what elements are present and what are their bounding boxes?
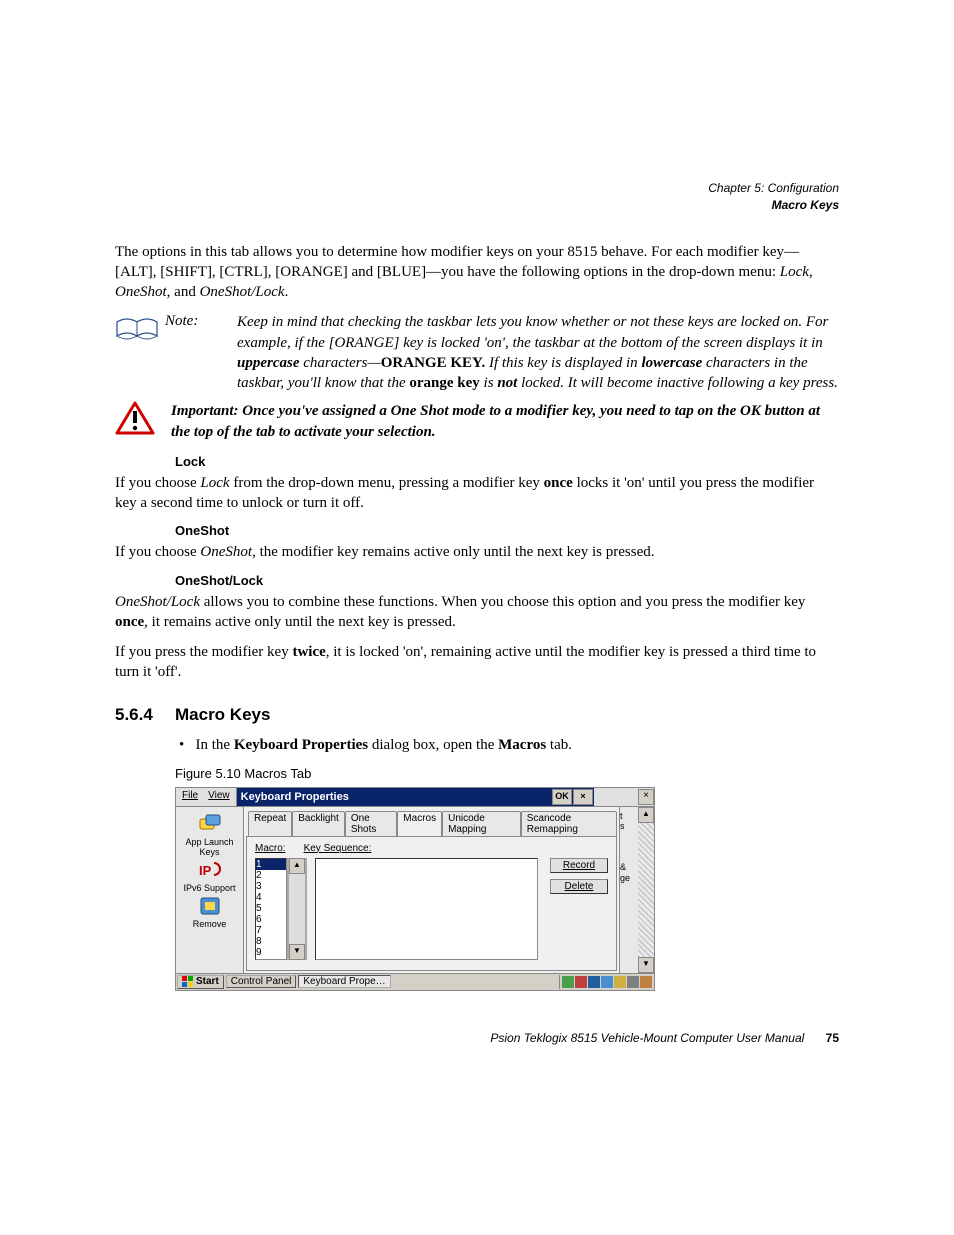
tab-macros[interactable]: Macros (397, 811, 442, 836)
oneshotlock-heading: OneShot/Lock (175, 573, 839, 588)
key-sequence-label: Key Sequence: (304, 843, 372, 854)
record-button[interactable]: Record (550, 858, 608, 873)
delete-button[interactable]: Delete (550, 879, 608, 894)
figure-caption: Figure 5.10 Macros Tab (175, 766, 839, 781)
menubar: File View Keyboard Properties OK × × (176, 788, 654, 807)
scroll-down-icon[interactable]: ▼ (638, 957, 654, 973)
section-heading: 5.6.4 Macro Keys (115, 705, 839, 725)
footer-text: Psion Teklogix 8515 Vehicle-Mount Comput… (490, 1031, 804, 1045)
running-header: Chapter 5: Configuration Macro Keys (115, 180, 839, 214)
taskbar-keyboard-properties[interactable]: Keyboard Prope… (298, 975, 390, 988)
macros-panel: Macro: Key Sequence: 1 2 3 4 5 6 (246, 836, 617, 971)
menu-view[interactable]: View (208, 790, 230, 804)
desktop-label-app-launch: App Launch Keys (178, 837, 241, 857)
right-edge-strip: t s & ge (619, 807, 638, 973)
page-number: 75 (826, 1031, 839, 1045)
taskbar: Start Control Panel Keyboard Prope… (176, 973, 654, 990)
figure-macros-tab: File View Keyboard Properties OK × × App… (175, 787, 655, 991)
open-book-icon (115, 314, 161, 342)
intro-paragraph: The options in this tab allows you to de… (115, 242, 839, 303)
lock-heading: Lock (175, 454, 839, 469)
list-item[interactable]: 7 (256, 925, 286, 936)
oneshot-heading: OneShot (175, 523, 839, 538)
tab-one-shots[interactable]: One Shots (345, 811, 397, 836)
scroll-up-icon[interactable]: ▲ (638, 807, 654, 823)
tray-icon[interactable] (562, 976, 574, 988)
svg-text:IP: IP (199, 863, 212, 878)
desktop-label-remove: Remove (178, 919, 241, 929)
tray-icon[interactable] (588, 976, 600, 988)
menu-file[interactable]: File (182, 790, 198, 804)
tray-icon[interactable] (601, 976, 613, 988)
ok-button[interactable]: OK (552, 789, 572, 805)
dialog-body: Repeat Backlight One Shots Macros Unicod… (244, 807, 619, 973)
ipv6-icon[interactable]: IP (198, 859, 222, 881)
desktop-icons-column: App Launch Keys IP IPv6 Support Remove (176, 807, 244, 973)
note-label: Note: (165, 312, 237, 330)
key-sequence-field[interactable] (315, 858, 538, 960)
list-item[interactable]: 5 (256, 903, 286, 914)
tab-repeat[interactable]: Repeat (248, 811, 292, 836)
system-tray (559, 975, 654, 989)
list-item[interactable]: 2 (256, 870, 286, 881)
list-item[interactable]: 3 (256, 881, 286, 892)
note-block: Note: Keep in mind that checking the tas… (115, 312, 839, 393)
macro-list-scrollbar[interactable]: ▲ ▼ (287, 858, 307, 960)
tray-icon[interactable] (614, 976, 626, 988)
scroll-down-icon[interactable]: ▼ (289, 944, 305, 960)
oneshotlock-paragraph-2: If you press the modifier key twice, it … (115, 642, 839, 683)
desktop-label-ipv6: IPv6 Support (178, 883, 241, 893)
outer-close-button[interactable]: × (638, 789, 654, 805)
warning-triangle-icon (115, 401, 155, 435)
chapter-label: Chapter 5: Configuration (115, 180, 839, 197)
page-footer: Psion Teklogix 8515 Vehicle-Mount Comput… (115, 1031, 839, 1045)
note-text: Keep in mind that checking the taskbar l… (237, 312, 839, 393)
section-label: Macro Keys (115, 197, 839, 214)
list-item[interactable]: 8 (256, 936, 286, 947)
list-item[interactable]: 1 (256, 859, 286, 870)
window-titlebar: Keyboard Properties (237, 788, 552, 806)
tab-strip: Repeat Backlight One Shots Macros Unicod… (244, 807, 619, 836)
app-launch-keys-icon[interactable] (198, 813, 222, 835)
taskbar-control-panel[interactable]: Control Panel (226, 975, 297, 988)
important-text: Important: Once you've assigned a One Sh… (171, 401, 839, 442)
macro-listbox[interactable]: 1 2 3 4 5 6 7 8 9 (255, 858, 287, 960)
start-button[interactable]: Start (177, 975, 224, 989)
bullet-instruction: • In the Keyboard Properties dialog box,… (197, 735, 839, 756)
macro-label: Macro: (255, 843, 286, 854)
close-button[interactable]: × (573, 789, 593, 805)
important-block: Important: Once you've assigned a One Sh… (115, 401, 839, 442)
lock-paragraph: If you choose Lock from the drop-down me… (115, 473, 839, 514)
windows-logo-icon (182, 976, 194, 988)
outer-scrollbar[interactable]: ▲ ▼ (638, 807, 654, 973)
list-item[interactable]: 9 (256, 947, 286, 958)
scroll-up-icon[interactable]: ▲ (289, 858, 305, 874)
section-title: Macro Keys (175, 705, 270, 725)
list-item[interactable]: 4 (256, 892, 286, 903)
tab-unicode-mapping[interactable]: Unicode Mapping (442, 811, 521, 836)
tray-icon[interactable] (640, 976, 652, 988)
tray-icon[interactable] (575, 976, 587, 988)
tab-backlight[interactable]: Backlight (292, 811, 345, 836)
oneshotlock-paragraph-1: OneShot/Lock allows you to combine these… (115, 592, 839, 633)
oneshot-paragraph: If you choose OneShot, the modifier key … (115, 542, 839, 562)
tray-icon[interactable] (627, 976, 639, 988)
tab-scancode-remapping[interactable]: Scancode Remapping (521, 811, 617, 836)
remove-icon[interactable] (198, 895, 222, 917)
window-title: Keyboard Properties (241, 791, 349, 803)
section-number: 5.6.4 (115, 705, 175, 725)
list-item[interactable]: 6 (256, 914, 286, 925)
